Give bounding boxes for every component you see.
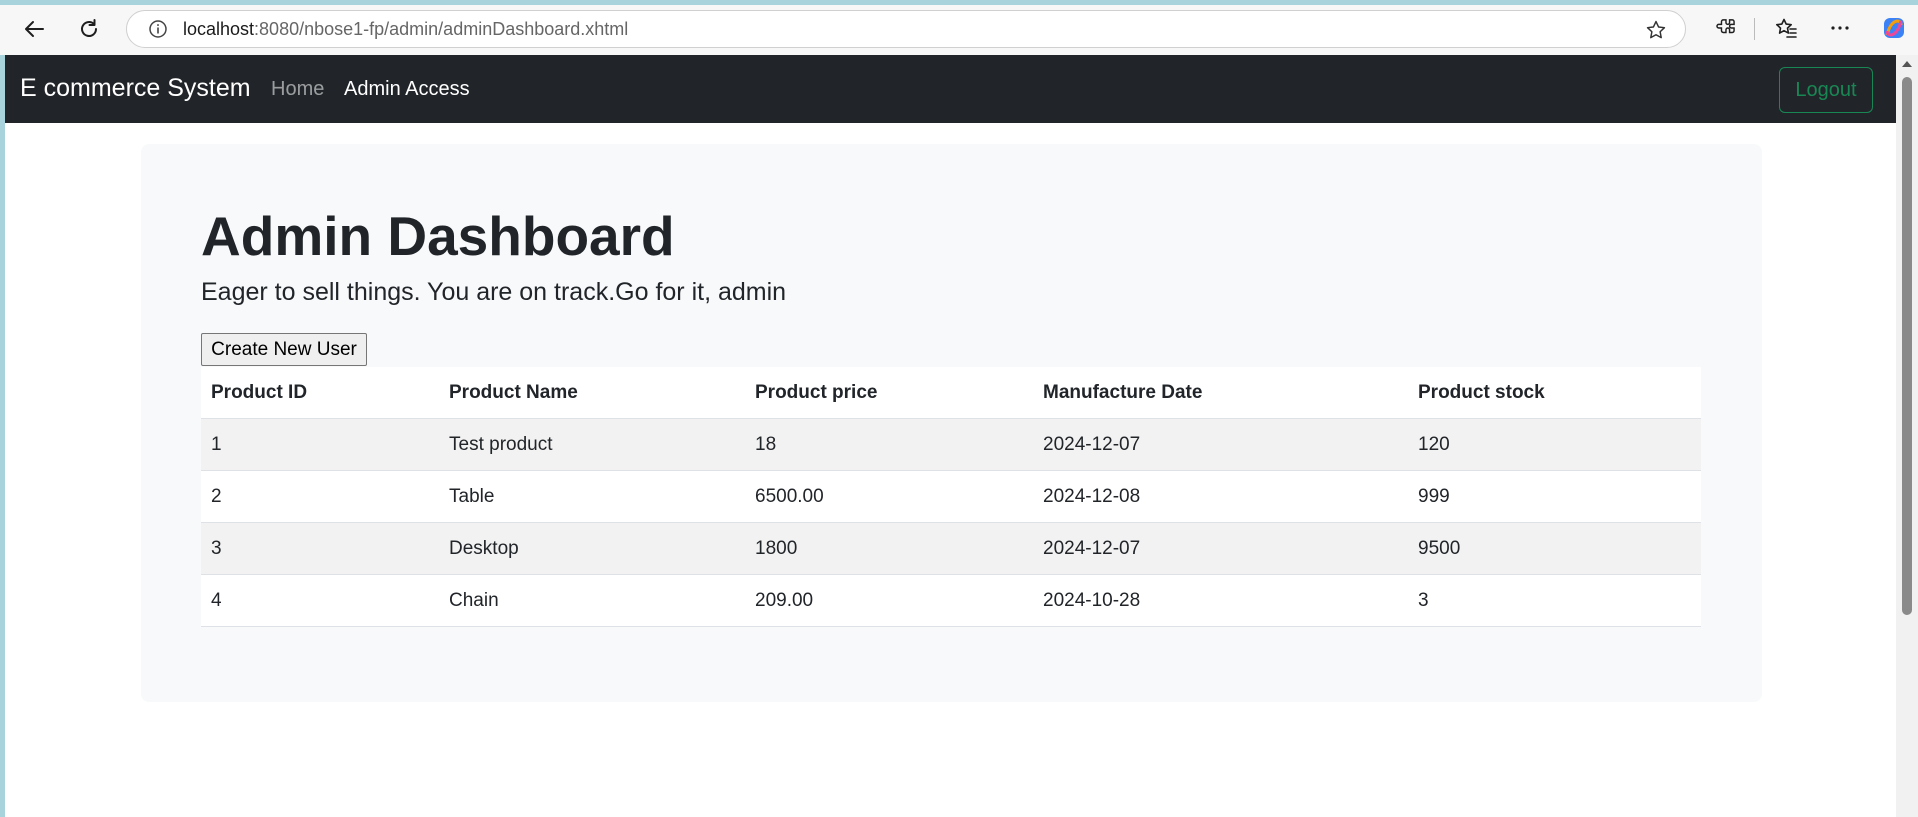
table-row: 3 Desktop 1800 2024-12-07 9500 xyxy=(201,522,1701,575)
table-row: 2 Table 6500.00 2024-12-08 999 xyxy=(201,470,1701,523)
copilot-icon[interactable] xyxy=(1880,14,1908,42)
browser-toolbar: localhost:8080/nbose1-fp/admin/adminDash… xyxy=(0,0,1918,55)
products-table: Product ID Product Name Product price Ma… xyxy=(201,367,1701,627)
window-top-strip xyxy=(0,0,1918,5)
column-header: Product ID xyxy=(201,367,439,419)
logout-button[interactable]: Logout xyxy=(1779,67,1873,113)
favorites-icon[interactable] xyxy=(1772,14,1800,42)
table-cell: 4 xyxy=(201,574,439,627)
table-row: 1 Test product 18 2024-12-07 120 xyxy=(201,418,1701,471)
scrollbar-thumb[interactable] xyxy=(1902,77,1912,615)
column-header: Product price xyxy=(745,367,1033,419)
table-cell: 2024-12-07 xyxy=(1033,418,1408,471)
favorite-star-icon[interactable] xyxy=(1645,19,1667,41)
page-viewport: E commerce System Home Admin Access Logo… xyxy=(5,55,1896,817)
table-cell: Table xyxy=(439,470,745,523)
back-icon[interactable] xyxy=(16,11,52,47)
page-title: Admin Dashboard xyxy=(201,205,675,267)
vertical-scrollbar[interactable] xyxy=(1896,55,1918,817)
table-cell: 2 xyxy=(201,470,439,523)
extensions-icon[interactable] xyxy=(1712,14,1740,42)
table-header-row: Product ID Product Name Product price Ma… xyxy=(201,367,1701,419)
brand-link[interactable]: E commerce System xyxy=(20,74,251,103)
table-cell: 120 xyxy=(1408,418,1701,471)
dashboard-jumbotron: Admin Dashboard Eager to sell things. Yo… xyxy=(141,144,1762,702)
table-cell: 9500 xyxy=(1408,522,1701,575)
table-cell: 1 xyxy=(201,418,439,471)
nav-link-admin-access[interactable]: Admin Access xyxy=(344,78,470,101)
table-cell: Chain xyxy=(439,574,745,627)
reload-icon[interactable] xyxy=(71,11,107,47)
create-new-user-button[interactable]: Create New User xyxy=(201,333,367,366)
more-menu-icon[interactable] xyxy=(1826,14,1854,42)
column-header: Manufacture Date xyxy=(1033,367,1408,419)
column-header: Product Name xyxy=(439,367,745,419)
scroll-up-arrow-icon[interactable] xyxy=(1901,59,1913,69)
table-cell: 1800 xyxy=(745,522,1033,575)
table-cell: 18 xyxy=(745,418,1033,471)
table-cell: 3 xyxy=(201,522,439,575)
table-cell: 999 xyxy=(1408,470,1701,523)
column-header: Product stock xyxy=(1408,367,1701,419)
table-cell: Test product xyxy=(439,418,745,471)
toolbar-separator xyxy=(1754,18,1755,40)
site-info-icon[interactable] xyxy=(147,18,169,40)
lead-text: Eager to sell things. You are on track.G… xyxy=(201,278,787,306)
table-cell: 2024-10-28 xyxy=(1033,574,1408,627)
table-row: 4 Chain 209.00 2024-10-28 3 xyxy=(201,574,1701,627)
table-cell: 2024-12-07 xyxy=(1033,522,1408,575)
nav-link-home[interactable]: Home xyxy=(271,78,324,101)
table-cell: Desktop xyxy=(439,522,745,575)
address-bar[interactable]: localhost:8080/nbose1-fp/admin/adminDash… xyxy=(126,10,1686,48)
url-text[interactable]: localhost:8080/nbose1-fp/admin/adminDash… xyxy=(183,19,628,40)
table-cell: 209.00 xyxy=(745,574,1033,627)
top-navbar: E commerce System Home Admin Access Logo… xyxy=(5,55,1896,123)
table-cell: 6500.00 xyxy=(745,470,1033,523)
table-cell: 3 xyxy=(1408,574,1701,627)
table-cell: 2024-12-08 xyxy=(1033,470,1408,523)
